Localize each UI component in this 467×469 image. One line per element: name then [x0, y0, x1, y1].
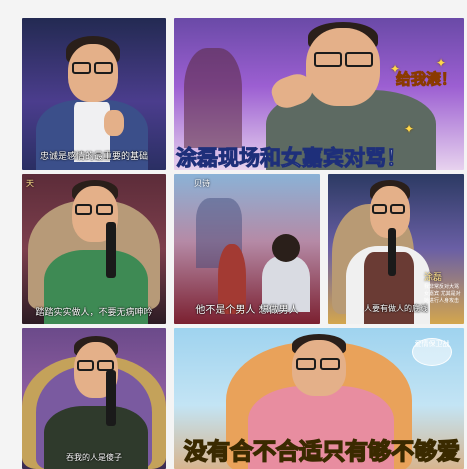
caption-text: 吞我的人是傻子 — [66, 453, 122, 462]
tile-vest-mic: 涂磊 我非常反对大骂女嘉宾 尤其是对她进行人身攻击 人要有做人的底线 — [328, 174, 464, 324]
headline-caption: 涂磊现场和女嘉宾对骂！ — [176, 146, 408, 171]
tile-green-shirt-mic: 天 踏踏实实做人，不要无病呻吟 — [22, 174, 166, 324]
chair — [218, 244, 246, 314]
tile-host-blue-suit: 忠诚是感情的最重要的基础 — [22, 18, 166, 170]
tile-host-pointing: ✦ ✦ ✦ 给我滚！ 涂磊现场和女嘉宾对骂！ — [174, 18, 464, 170]
glasses-right — [320, 358, 340, 370]
glasses-right — [345, 52, 373, 67]
glasses-left — [77, 360, 94, 371]
caption-text: 踏踏实实做人，不要无病呻吟 — [35, 308, 153, 318]
head — [306, 28, 380, 106]
logo-text: 爱情保卫战 — [414, 340, 450, 348]
glasses-left — [75, 204, 92, 215]
white-shirt — [262, 256, 310, 312]
background-guest — [184, 48, 242, 148]
headline-caption: 没有合不合适只有够不够爱 — [183, 438, 461, 466]
glasses-left — [296, 358, 316, 370]
glasses-left — [372, 204, 387, 214]
meme-collage: 忠诚是感情的最重要的基础 ✦ ✦ ✦ 给我滚！ 涂磊现场和女嘉宾对骂！ 天 踏踏… — [0, 0, 467, 469]
tile-pink-shirt: 爱情保卫战 没有合不合适只有够不够爱 — [174, 328, 464, 469]
caption-text: 人要有做人的底线 — [364, 304, 428, 313]
show-logo: 爱情保卫战 — [412, 338, 452, 366]
caption-text: 他不是个男人 想做男人 — [195, 305, 299, 316]
glasses-right — [94, 62, 113, 74]
microphone — [106, 370, 116, 426]
raised-hand — [104, 110, 124, 136]
glasses-left — [314, 52, 342, 67]
side-text: 我非常反对大骂女嘉宾 尤其是对她进行人身攻击 — [424, 284, 461, 304]
star-icon: ✦ — [404, 122, 415, 136]
speech-tag: 给我滚！ — [395, 70, 456, 89]
tile-dark-shirt-mic: 吞我的人是傻子 — [22, 328, 166, 469]
stage-text: 贝诗 — [194, 179, 210, 188]
hair — [272, 234, 300, 262]
microphone — [388, 228, 396, 276]
corner-text: 天 — [26, 179, 34, 188]
glasses-right — [96, 204, 113, 215]
tile-seated-back-view: 贝诗 他不是个男人 想做男人 — [174, 174, 320, 324]
name-tag: 涂磊 — [424, 273, 443, 283]
glasses-left — [72, 62, 91, 74]
glasses-right — [390, 204, 405, 214]
microphone — [106, 222, 116, 278]
caption-text: 忠诚是感情的最重要的基础 — [39, 152, 148, 162]
